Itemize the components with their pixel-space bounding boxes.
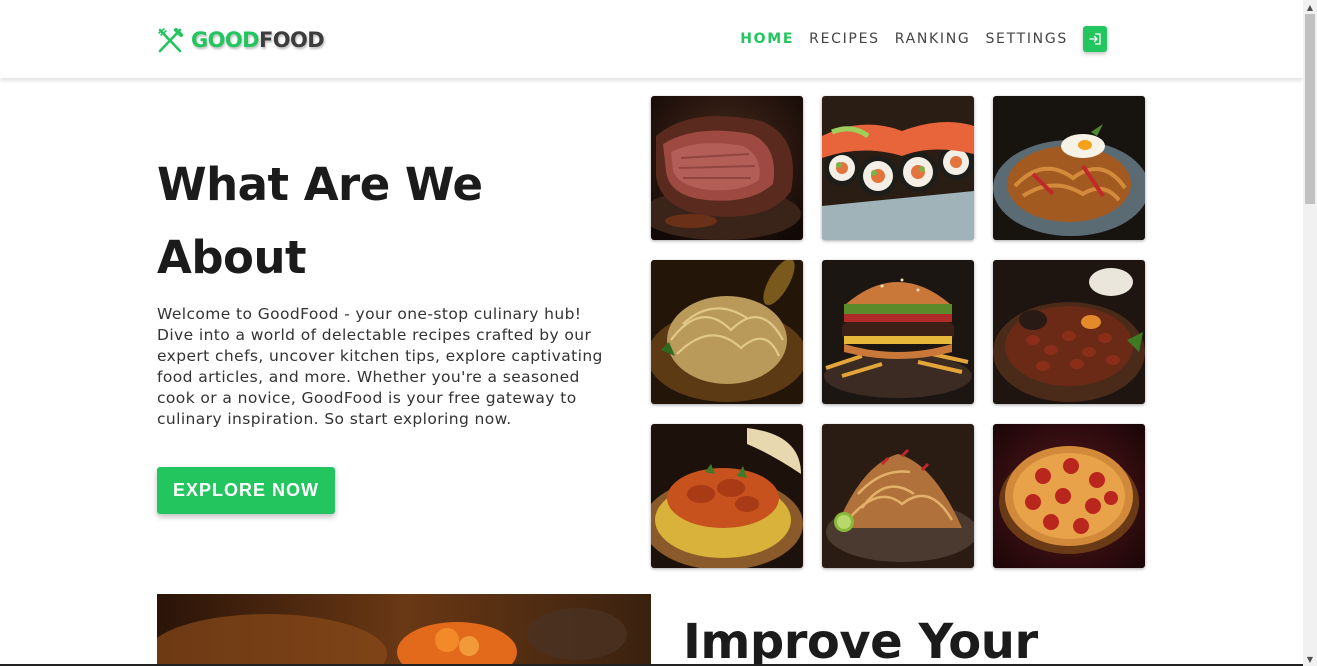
login-button[interactable]	[1083, 26, 1107, 52]
food-image-spaghetti[interactable]	[651, 260, 803, 404]
scrollbar-thumb[interactable]	[1305, 14, 1315, 204]
food-image-pizza[interactable]	[993, 424, 1145, 568]
brand-logo[interactable]: GOODFOOD	[157, 26, 325, 54]
fork-knife-icon	[158, 28, 183, 53]
section-image	[157, 594, 651, 666]
explore-now-button[interactable]: EXPLORE NOW	[157, 467, 335, 514]
food-image-bean-stew[interactable]	[993, 260, 1145, 404]
nav-settings[interactable]: SETTINGS	[985, 31, 1068, 47]
food-gallery	[651, 96, 1145, 568]
food-image-steak[interactable]	[651, 96, 803, 240]
scroll-up-arrow-icon[interactable]: ▲	[1303, 0, 1317, 14]
food-image-sushi[interactable]	[822, 96, 974, 240]
hero-description: Welcome to GoodFood - your one-stop culi…	[157, 305, 603, 428]
nav-home[interactable]: HOME	[740, 31, 794, 47]
food-image-pad-thai[interactable]	[822, 424, 974, 568]
hero-title: What Are We About	[157, 158, 483, 284]
nav-recipes[interactable]: RECIPES	[809, 31, 880, 47]
scroll-down-arrow-icon[interactable]: ▼	[1303, 652, 1317, 666]
login-icon	[1089, 33, 1101, 45]
nav-ranking[interactable]: RANKING	[895, 31, 971, 47]
food-image-noodles[interactable]	[993, 96, 1145, 240]
vertical-scrollbar[interactable]: ▲ ▼	[1303, 0, 1317, 666]
food-image-burger[interactable]	[822, 260, 974, 404]
main-nav: HOME RECIPES RANKING SETTINGS	[740, 26, 1107, 52]
navbar: GOODFOOD HOME RECIPES RANKING SETTINGS	[0, 0, 1303, 78]
food-image-butter-chicken[interactable]	[651, 424, 803, 568]
section-title: Improve Your	[683, 614, 1038, 666]
brand-name-good: GOOD	[191, 28, 260, 52]
brand-name-food: FOOD	[258, 28, 325, 52]
brand-name: GOODFOOD	[191, 28, 325, 52]
